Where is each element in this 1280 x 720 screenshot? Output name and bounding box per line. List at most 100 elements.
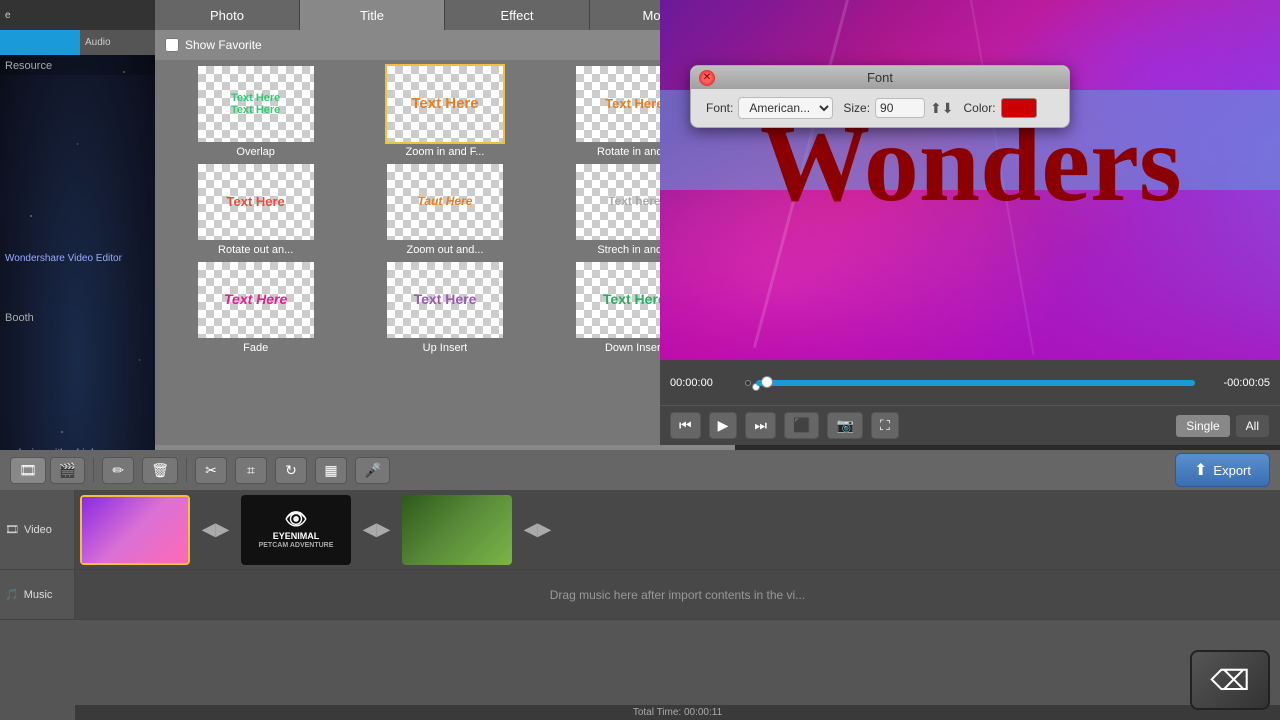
sidebar-resource-label: Resource: [5, 60, 52, 72]
thumb-text-fade: Text Here: [224, 292, 287, 307]
eyenimal-text: EYENIMAL: [259, 531, 334, 542]
app-name-area: Wondershare Video Editor: [5, 250, 150, 264]
timeline-toolbar: 🎞 🎬 ✏ 🗑 ✂ ⌗ ↻ ▦ 🎤 ⬆ Export: [0, 450, 1280, 490]
thumb-text-overlap: Text HereText Here: [231, 92, 280, 116]
edit-button[interactable]: ✏: [102, 457, 134, 484]
booth-label: Booth: [5, 312, 34, 324]
font-dialog-title-text: Font: [867, 70, 893, 85]
timeline-area: 🎞 🎬 ✏ 🗑 ✂ ⌗ ↻ ▦ 🎤 ⬆ Export 🎞 Video: [0, 450, 1280, 720]
resource-section: Resource: [0, 55, 155, 75]
grid-label-fade: Fade: [243, 342, 268, 354]
tab-photo[interactable]: Photo: [155, 0, 300, 30]
delete-button[interactable]: 🗑: [142, 457, 178, 484]
video-clip-3[interactable]: [402, 495, 512, 565]
audio-button[interactable]: 🎤: [355, 457, 390, 484]
transport-thumb-icon[interactable]: [745, 380, 751, 386]
tab-photo-label: Photo: [210, 8, 244, 23]
video-track-label: Video: [24, 524, 52, 536]
app-name-label: Wondershare Video Editor: [5, 253, 122, 264]
backspace-button[interactable]: ⌫: [1190, 650, 1270, 710]
single-all-group: Single All: [1175, 414, 1270, 438]
font-color-field: Color:: [964, 98, 1037, 118]
tab-bar: Photo Title Effect Motion: [155, 0, 735, 30]
sidebar-tab1[interactable]: [0, 30, 80, 55]
transport-time-end: -00:00:05: [1200, 377, 1270, 389]
grid-label-upinsert: Up Insert: [423, 342, 468, 354]
skip-forward-button[interactable]: ⏭: [745, 412, 776, 439]
backspace-icon: ⌫: [1210, 664, 1250, 697]
fullscreen-button[interactable]: ⛶: [871, 412, 899, 439]
font-size-stepper[interactable]: ⬆⬇: [930, 100, 953, 117]
music-track-label-area: 🎵 Music: [0, 570, 75, 619]
music-track: 🎵 Music Drag music here after import con…: [0, 570, 1280, 620]
font-name-select[interactable]: American...: [738, 97, 833, 119]
transition-3[interactable]: ◀▶: [520, 495, 555, 565]
font-dialog-close-button[interactable]: ✕: [699, 70, 715, 86]
rotate-button[interactable]: ↻: [275, 457, 307, 484]
video-clip-2[interactable]: 👁 EYENIMAL PETCAM ADVENTURE: [241, 495, 351, 565]
font-color-swatch[interactable]: [1001, 98, 1037, 118]
single-button[interactable]: Single: [1175, 414, 1230, 438]
clip-1-thumbnail: [82, 497, 188, 563]
eyenimal-logo: 👁 EYENIMAL PETCAM ADVENTURE: [259, 509, 334, 550]
stop-button[interactable]: ⬛: [784, 412, 819, 439]
clip-3-thumbnail: [402, 495, 512, 565]
transport-time-start: 00:00:00: [670, 377, 740, 389]
trim-button[interactable]: ⌗: [235, 457, 267, 484]
all-button[interactable]: All: [1235, 414, 1270, 438]
tab-effect[interactable]: Effect: [445, 0, 590, 30]
booth-area: Booth: [5, 310, 34, 324]
timeline-view-button[interactable]: 🎬: [50, 457, 85, 484]
progress-bar[interactable]: [756, 380, 1195, 386]
video-track-icon: 🎞: [5, 523, 19, 536]
snapshot-button[interactable]: 📷: [827, 412, 862, 439]
video-track-content[interactable]: ◀▶ 👁 EYENIMAL PETCAM ADVENTURE ◀▶ ◀▶: [75, 490, 1280, 569]
content-panel: Show Favorite Text HereText Here Overlap…: [155, 30, 735, 470]
video-clip-1[interactable]: [80, 495, 190, 565]
tab-title[interactable]: Title: [300, 0, 445, 30]
font-dialog-body: Font: American... Size: ⬆⬇ Color:: [691, 89, 1069, 127]
font-size-input[interactable]: [875, 98, 925, 118]
all-button-label: All: [1246, 419, 1259, 433]
list-item[interactable]: Text HereText Here Overlap: [163, 64, 348, 158]
tab-effect-label: Effect: [500, 8, 533, 23]
font-dialog: ✕ Font Font: American... Size: ⬆⬇ Color:: [690, 65, 1070, 128]
grid-label-rotateout: Rotate out an...: [218, 244, 293, 256]
play-button[interactable]: ▶: [709, 412, 738, 439]
list-item[interactable]: Text Here Rotate out an...: [163, 162, 348, 256]
skip-back-button[interactable]: ⏮: [670, 412, 701, 439]
storyboard-view-button[interactable]: 🎞: [10, 457, 46, 484]
music-track-content[interactable]: Drag music here after import contents in…: [75, 570, 1280, 619]
list-item[interactable]: Text Here Fade: [163, 260, 348, 354]
font-size-label: Size:: [843, 101, 870, 115]
export-label: Export: [1213, 463, 1251, 478]
title-effects-grid: Text HereText Here Overlap Text Here Zoo…: [155, 60, 735, 358]
list-item[interactable]: Text Here Up Insert: [352, 260, 537, 354]
thumb-text-downinsert: Text Here: [603, 292, 666, 307]
transition-2[interactable]: ◀▶: [359, 495, 394, 565]
grid-label-overlap: Overlap: [236, 146, 275, 158]
export-button[interactable]: ⬆ Export: [1175, 453, 1270, 487]
list-item[interactable]: Text Here Zoom in and F...: [352, 64, 537, 158]
show-favorite-label: Show Favorite: [185, 38, 262, 52]
sidebar-top-bar: e: [0, 10, 16, 21]
font-size-field: Size: ⬆⬇: [843, 98, 953, 118]
export-icon: ⬆: [1194, 460, 1207, 480]
total-time-display: Total Time: 00:00:11: [75, 705, 1280, 720]
thumb-text-rotateout: Text Here: [227, 195, 285, 209]
effect-button[interactable]: ▦: [315, 457, 347, 484]
transport-bar: 00:00:00 -00:00:05: [660, 360, 1280, 405]
sidebar-tab2[interactable]: Audio: [80, 30, 155, 55]
transition-arrow-3-icon: ◀▶: [524, 519, 552, 540]
preview-area: Wonders: [660, 0, 1280, 360]
grid-label-zoomin: Zoom in and F...: [406, 146, 485, 158]
controls-row: ⏮ ▶ ⏭ ⬛ 📷 ⛶ Single All: [660, 405, 1280, 445]
show-favorite-checkbox[interactable]: [165, 38, 179, 52]
transition-1[interactable]: ◀▶: [198, 495, 233, 565]
cut-button[interactable]: ✂: [195, 457, 227, 484]
toolbar-separator-1: [93, 458, 94, 482]
thumb-text-rotatein: Text Here: [605, 97, 663, 111]
progress-handle: [761, 376, 773, 388]
video-track-label-area: 🎞 Video: [0, 490, 75, 569]
list-item[interactable]: Taut Here Zoom out and...: [352, 162, 537, 256]
